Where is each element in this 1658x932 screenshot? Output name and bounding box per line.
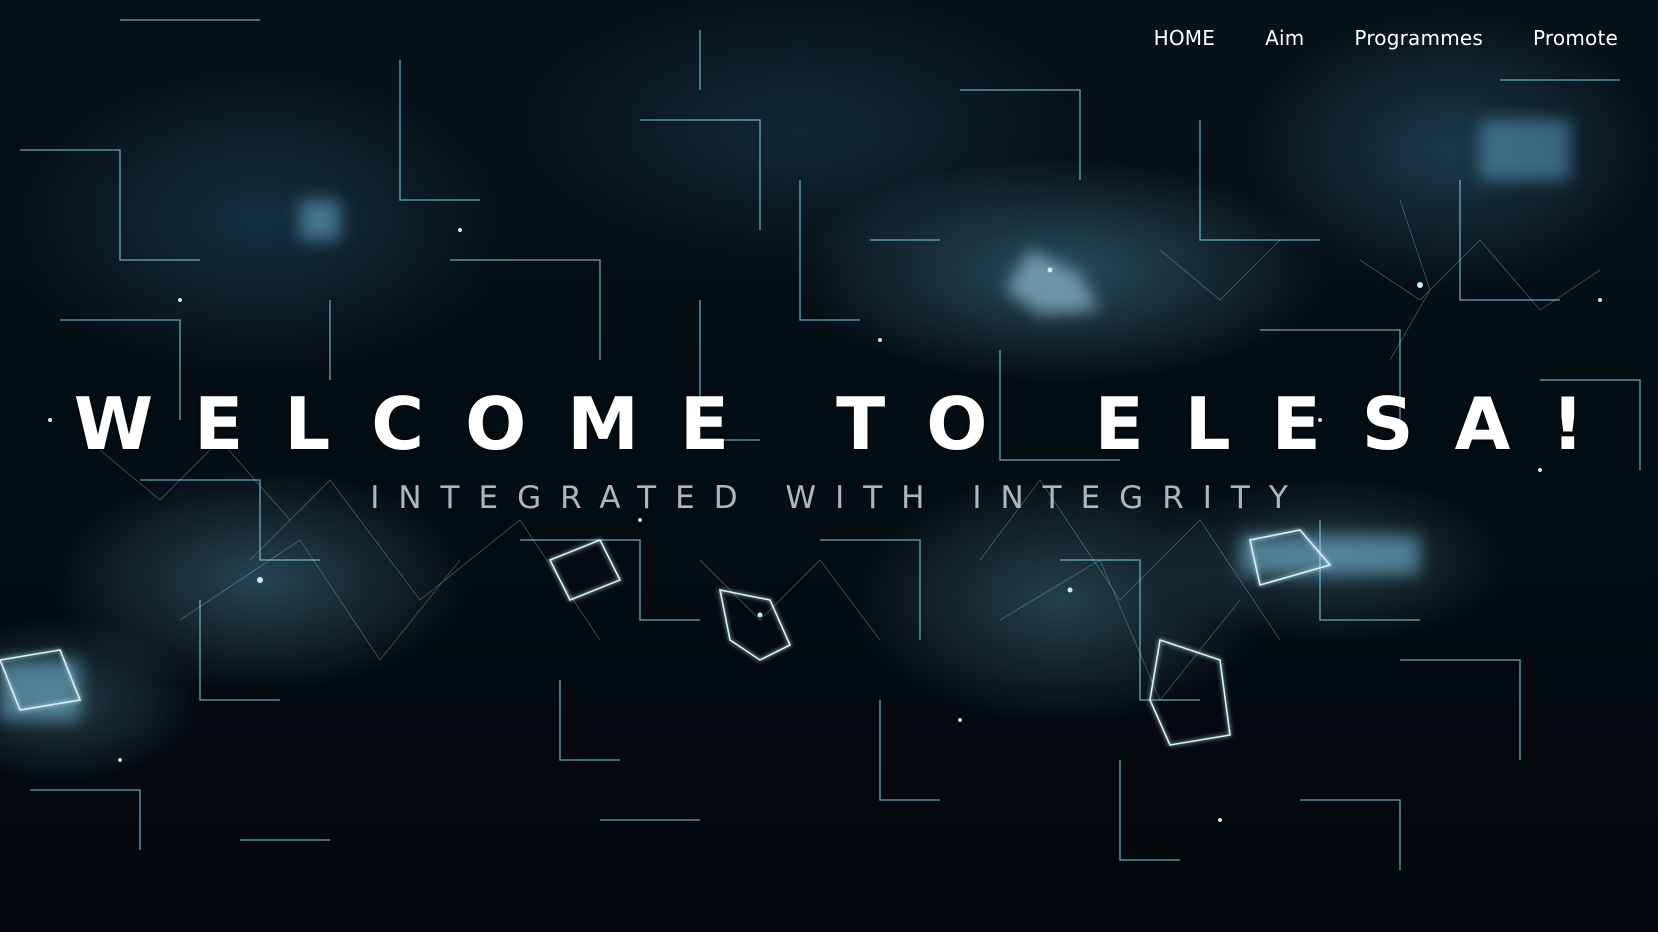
nav-home-link[interactable]: HOME: [1154, 26, 1215, 50]
nav-aim-link[interactable]: Aim: [1265, 26, 1304, 50]
nav-promote-link[interactable]: Promote: [1533, 26, 1618, 50]
hero-subtitle: INTEGRATED WITH INTEGRITY: [370, 480, 1307, 516]
nav-programmes-link[interactable]: Programmes: [1354, 26, 1483, 50]
hero-title: WELCOME TO ELESA!: [73, 382, 1626, 466]
hero-section: HOME Aim Programmes Promote WELCOME TO E…: [0, 0, 1658, 932]
network-background-image: [0, 19, 1641, 870]
main-nav: HOME Aim Programmes Promote: [1154, 26, 1618, 50]
